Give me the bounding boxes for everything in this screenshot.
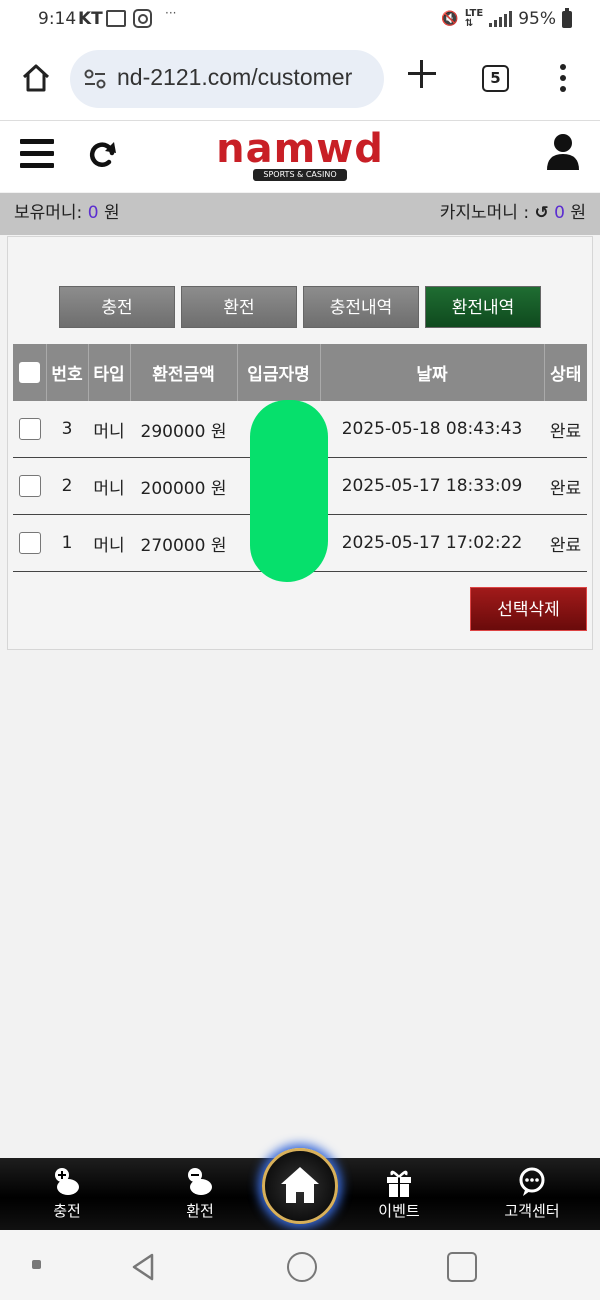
nav-indicator-icon bbox=[32, 1260, 41, 1269]
piggy-plus-icon bbox=[55, 1168, 79, 1195]
instagram-icon bbox=[133, 9, 152, 28]
nav-withdraw[interactable]: 환전 bbox=[150, 1166, 250, 1221]
site-header: namwd SPORTS & CASINO bbox=[0, 121, 600, 192]
nav-support[interactable]: 고객센터 bbox=[482, 1166, 582, 1221]
new-tab-button[interactable] bbox=[408, 60, 436, 88]
casino-money: 카지노머니 : ↺ 0 원 bbox=[440, 193, 586, 233]
logo-text: namwd bbox=[216, 126, 384, 172]
status-time: 9:14 bbox=[38, 9, 77, 29]
redaction-mark bbox=[250, 400, 328, 582]
nav-support-label: 고객센터 bbox=[504, 1202, 560, 1220]
status-bar: 9:14 KT ··· 🔇 LTE ⇅ 95% bbox=[0, 0, 600, 40]
tab-count-button[interactable]: 5 bbox=[482, 65, 509, 92]
message-icon bbox=[106, 10, 126, 27]
header-type: 타입 bbox=[88, 344, 131, 401]
row-status: 완료 bbox=[544, 514, 587, 572]
row-checkbox[interactable] bbox=[18, 418, 41, 440]
back-icon[interactable] bbox=[130, 1252, 156, 1282]
refresh-icon[interactable] bbox=[86, 139, 118, 171]
nav-events-label: 이벤트 bbox=[378, 1202, 420, 1220]
row-number: 3 bbox=[46, 401, 88, 458]
android-home-icon[interactable] bbox=[287, 1252, 317, 1282]
status-carrier: KT bbox=[78, 9, 103, 29]
mute-icon: 🔇 bbox=[441, 11, 459, 27]
select-all-checkbox[interactable] bbox=[18, 362, 40, 383]
row-type: 머니 bbox=[88, 401, 130, 458]
row-date: 2025-05-17 17:02:22 bbox=[320, 514, 544, 572]
tab-withdraw[interactable]: 환전 bbox=[181, 286, 297, 328]
signal-icon bbox=[489, 11, 513, 27]
user-account-icon[interactable] bbox=[546, 133, 580, 171]
row-number: 1 bbox=[46, 514, 88, 572]
row-date: 2025-05-18 08:43:43 bbox=[320, 401, 544, 458]
address-bar[interactable]: nd-2121.com/customer bbox=[70, 50, 384, 108]
site-logo[interactable]: namwd SPORTS & CASINO bbox=[207, 129, 393, 185]
row-status: 완료 bbox=[544, 457, 587, 515]
row-amount: 270000 원 bbox=[130, 514, 237, 572]
table-header-row: 번호 타입 환전금액 입금자명 날짜 상태 bbox=[13, 344, 587, 401]
browser-home-icon[interactable] bbox=[20, 62, 52, 94]
lte-icon: LTE ⇅ bbox=[464, 8, 484, 29]
casino-money-unit: 원 bbox=[570, 203, 586, 223]
row-amount: 290000 원 bbox=[130, 401, 237, 458]
hamburger-menu-icon[interactable] bbox=[20, 139, 54, 169]
held-money-label: 보유머니: bbox=[14, 203, 83, 223]
nav-deposit[interactable]: 충전 bbox=[17, 1166, 117, 1221]
tab-withdraw-history[interactable]: 환전내역 bbox=[425, 286, 541, 328]
header-date: 날짜 bbox=[320, 344, 545, 401]
header-amount: 환전금액 bbox=[130, 344, 238, 401]
casino-money-label: 카지노머니 : bbox=[439, 203, 530, 223]
money-bar: 보유머니: 0 원 카지노머니 : ↺ 0 원 bbox=[0, 193, 600, 235]
tab-deposit[interactable]: 충전 bbox=[59, 286, 175, 328]
nav-events[interactable]: 이벤트 bbox=[349, 1166, 449, 1221]
row-checkbox[interactable] bbox=[18, 532, 41, 554]
logo-subtitle: SPORTS & CASINO bbox=[253, 169, 347, 181]
header-status: 상태 bbox=[544, 344, 587, 401]
row-number: 2 bbox=[46, 457, 88, 515]
casino-refresh-icon[interactable]: ↺ bbox=[534, 203, 548, 223]
header-depositor: 입금자명 bbox=[237, 344, 321, 401]
tab-deposit-history[interactable]: 충전내역 bbox=[303, 286, 419, 328]
browser-toolbar: nd-2121.com/customer 5 bbox=[0, 40, 600, 121]
casino-money-value: 0 bbox=[554, 203, 565, 223]
url-text[interactable]: nd-2121.com/customer bbox=[117, 64, 352, 91]
battery-percent: 95% bbox=[518, 9, 556, 29]
row-date: 2025-05-17 18:33:09 bbox=[320, 457, 544, 515]
support-chat-icon bbox=[519, 1167, 545, 1196]
piggy-minus-icon bbox=[188, 1168, 212, 1195]
select-all-header bbox=[13, 344, 47, 401]
home-icon bbox=[281, 1167, 319, 1203]
row-type: 머니 bbox=[88, 514, 130, 572]
nav-deposit-label: 충전 bbox=[53, 1202, 81, 1220]
android-nav-bar bbox=[0, 1230, 600, 1300]
header-number: 번호 bbox=[46, 344, 89, 401]
nav-withdraw-label: 환전 bbox=[186, 1202, 214, 1220]
nav-home[interactable] bbox=[262, 1148, 338, 1224]
browser-menu-icon[interactable] bbox=[560, 64, 566, 94]
more-notifications-icon: ··· bbox=[165, 6, 177, 20]
gift-icon bbox=[387, 1170, 411, 1197]
battery-icon bbox=[562, 7, 572, 28]
held-money-value: 0 bbox=[87, 203, 99, 223]
recent-apps-icon[interactable] bbox=[447, 1252, 477, 1282]
site-settings-icon[interactable] bbox=[84, 69, 106, 89]
row-amount: 200000 원 bbox=[130, 457, 237, 515]
row-status: 완료 bbox=[544, 401, 587, 458]
held-money-unit: 원 bbox=[103, 203, 120, 223]
row-checkbox[interactable] bbox=[18, 475, 41, 497]
held-money: 보유머니: 0 원 bbox=[14, 193, 120, 233]
row-type: 머니 bbox=[88, 457, 130, 515]
delete-selected-button[interactable]: 선택삭제 bbox=[470, 587, 587, 631]
